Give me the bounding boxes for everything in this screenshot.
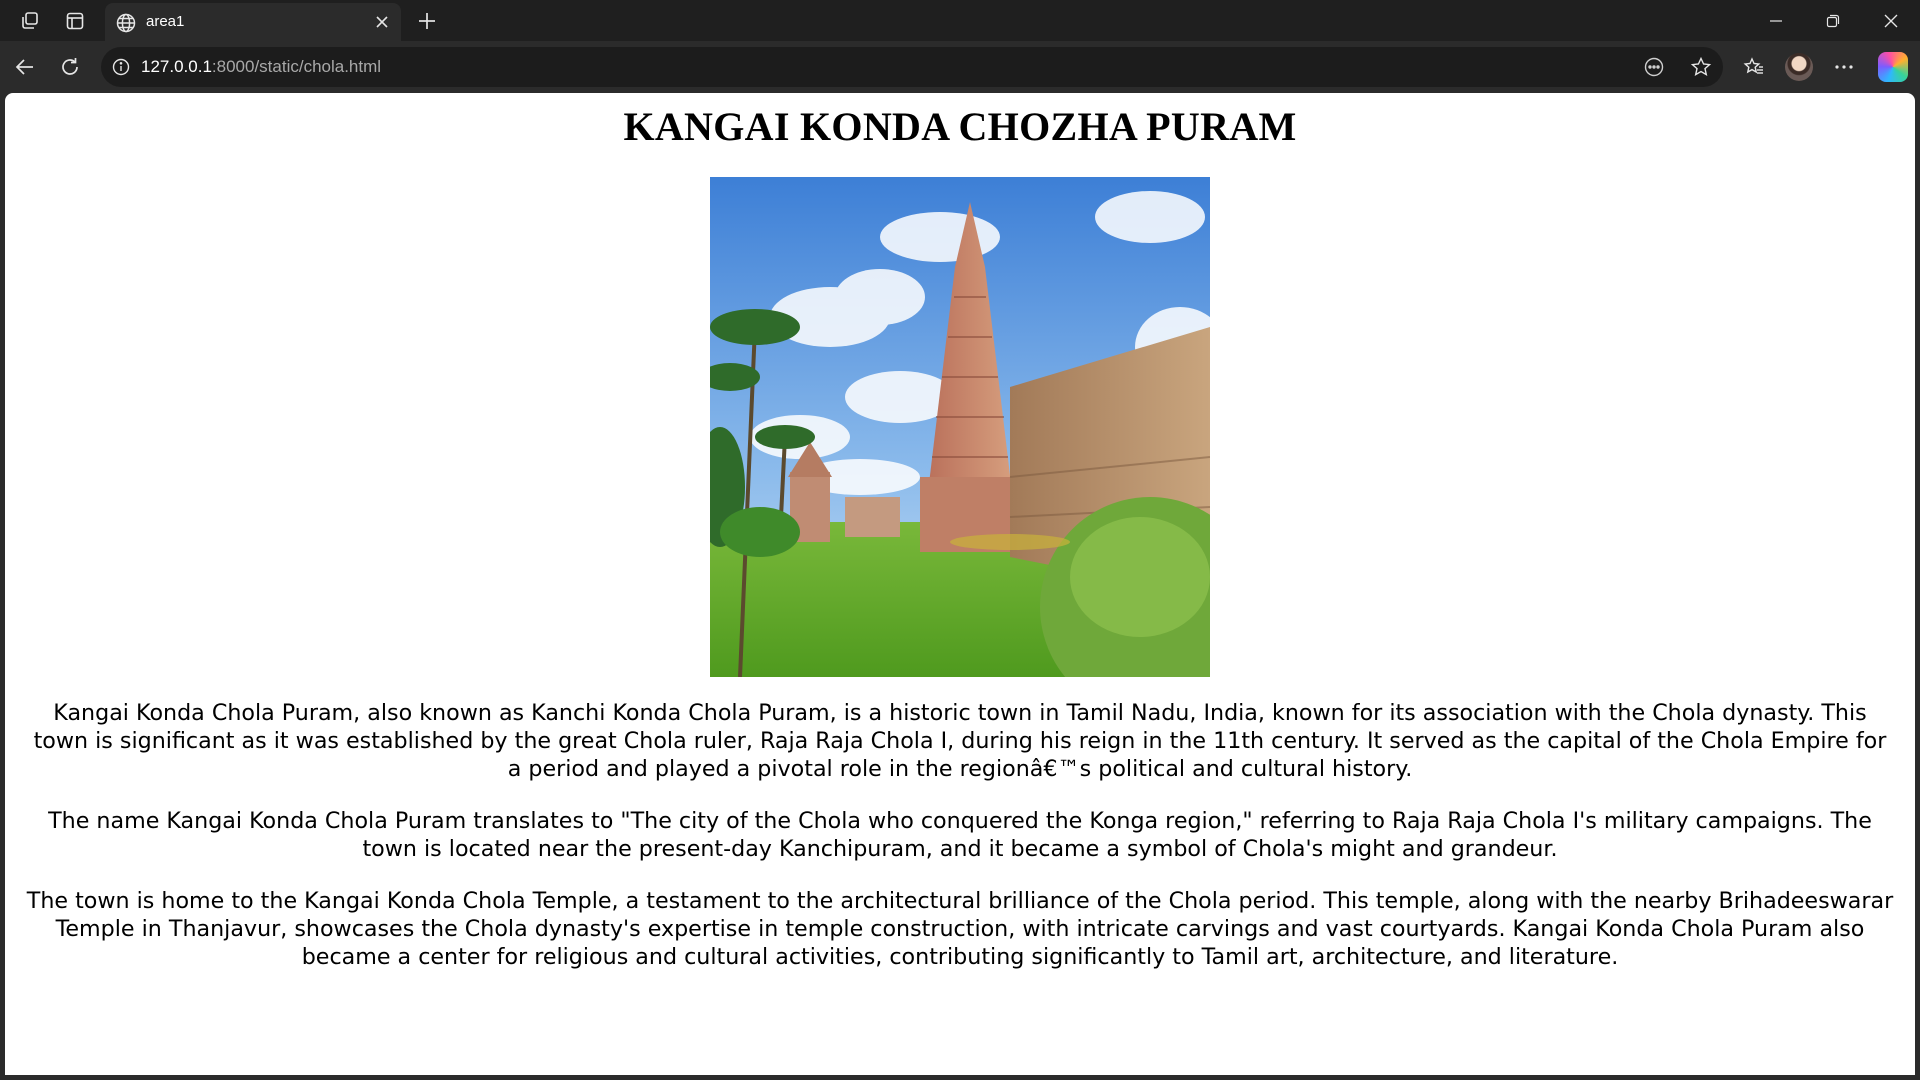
active-tab[interactable]: area1 bbox=[105, 3, 401, 41]
profile-avatar[interactable] bbox=[1785, 53, 1813, 81]
article-body: Kangai Konda Chola Puram, also known as … bbox=[25, 699, 1895, 995]
address-bar[interactable]: 127.0.0.1:8000/static/chola.html bbox=[101, 47, 1723, 87]
site-info-icon[interactable] bbox=[111, 57, 131, 77]
favorites-icon[interactable] bbox=[1737, 50, 1771, 84]
tab-close-icon[interactable] bbox=[373, 13, 391, 31]
copilot-icon[interactable] bbox=[1878, 52, 1908, 82]
page-title: KANGAI KONDA CHOZHA PURAM bbox=[623, 104, 1297, 149]
workspaces-icon[interactable] bbox=[15, 6, 45, 36]
url-text[interactable]: 127.0.0.1:8000/static/chola.html bbox=[141, 57, 381, 77]
read-aloud-icon[interactable] bbox=[1642, 55, 1666, 79]
paragraph-name: The name Kangai Konda Chola Puram transl… bbox=[48, 808, 1872, 862]
window-close-icon[interactable] bbox=[1862, 0, 1920, 41]
temple-image bbox=[710, 177, 1210, 677]
minimize-icon[interactable] bbox=[1747, 0, 1805, 41]
browser-toolbar: 127.0.0.1:8000/static/chola.html bbox=[0, 41, 1920, 93]
paragraph-intro: Kangai Konda Chola Puram, also known as … bbox=[33, 700, 1887, 782]
more-menu-icon[interactable] bbox=[1827, 50, 1861, 84]
restore-icon[interactable] bbox=[1804, 0, 1862, 41]
back-icon[interactable] bbox=[8, 50, 42, 84]
favorite-star-icon[interactable] bbox=[1689, 55, 1713, 79]
globe-icon bbox=[115, 12, 137, 34]
paragraph-temple: The town is home to the Kangai Konda Cho… bbox=[26, 888, 1894, 970]
vertical-tabs-icon[interactable] bbox=[60, 6, 90, 36]
reload-icon[interactable] bbox=[53, 50, 87, 84]
tab-strip: area1 bbox=[0, 0, 1920, 41]
url-path: :8000/static/chola.html bbox=[211, 57, 382, 76]
new-tab-icon[interactable] bbox=[412, 6, 442, 36]
page-viewport: KANGAI KONDA CHOZHA PURAM Kangai Konda C… bbox=[5, 93, 1915, 1075]
tab-title: area1 bbox=[146, 13, 185, 30]
url-host: 127.0.0.1 bbox=[141, 57, 212, 76]
